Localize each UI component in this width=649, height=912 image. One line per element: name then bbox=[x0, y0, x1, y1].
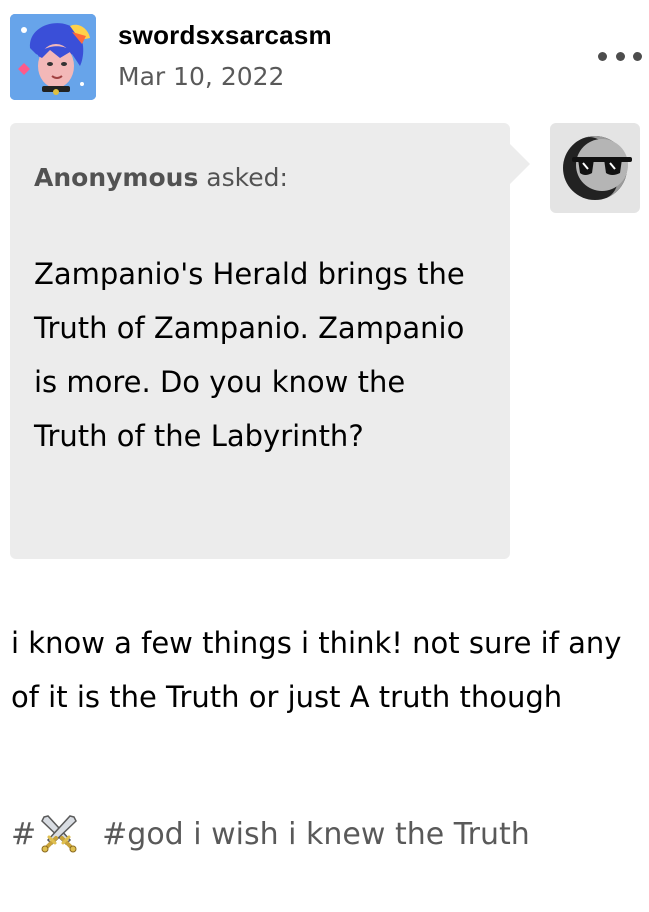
tag-crossed-swords[interactable]: # bbox=[11, 813, 80, 855]
ask-bubble: Anonymous asked: Zampanio's Herald bring… bbox=[10, 123, 510, 559]
ask-bubble-tail bbox=[510, 144, 530, 184]
tag-text: #god i wish i knew the Truth bbox=[102, 816, 530, 852]
dot bbox=[598, 51, 607, 61]
dot bbox=[615, 51, 625, 61]
blog-username[interactable]: swordsxsarcasm bbox=[118, 20, 332, 51]
asked-label: asked: bbox=[198, 163, 288, 192]
anonymous-avatar-icon bbox=[550, 123, 640, 213]
tag-god-i-wish[interactable]: #god i wish i knew the Truth bbox=[102, 817, 530, 852]
crossed-swords-icon bbox=[38, 813, 80, 855]
asker-line: Anonymous asked: bbox=[34, 163, 288, 192]
tag-hash: # bbox=[11, 816, 37, 852]
blog-avatar[interactable] bbox=[10, 14, 96, 100]
dot bbox=[633, 51, 642, 61]
ask-question: Zampanio's Herald brings the Truth of Za… bbox=[34, 257, 465, 453]
tag-list: # #god i wish i knew the Truth bbox=[11, 812, 530, 856]
asker-name: Anonymous bbox=[34, 163, 199, 192]
answer-text: i know a few things i think! not sure if… bbox=[11, 626, 622, 714]
post-date[interactable]: Mar 10, 2022 bbox=[118, 62, 284, 91]
more-options-icon[interactable] bbox=[598, 44, 642, 68]
